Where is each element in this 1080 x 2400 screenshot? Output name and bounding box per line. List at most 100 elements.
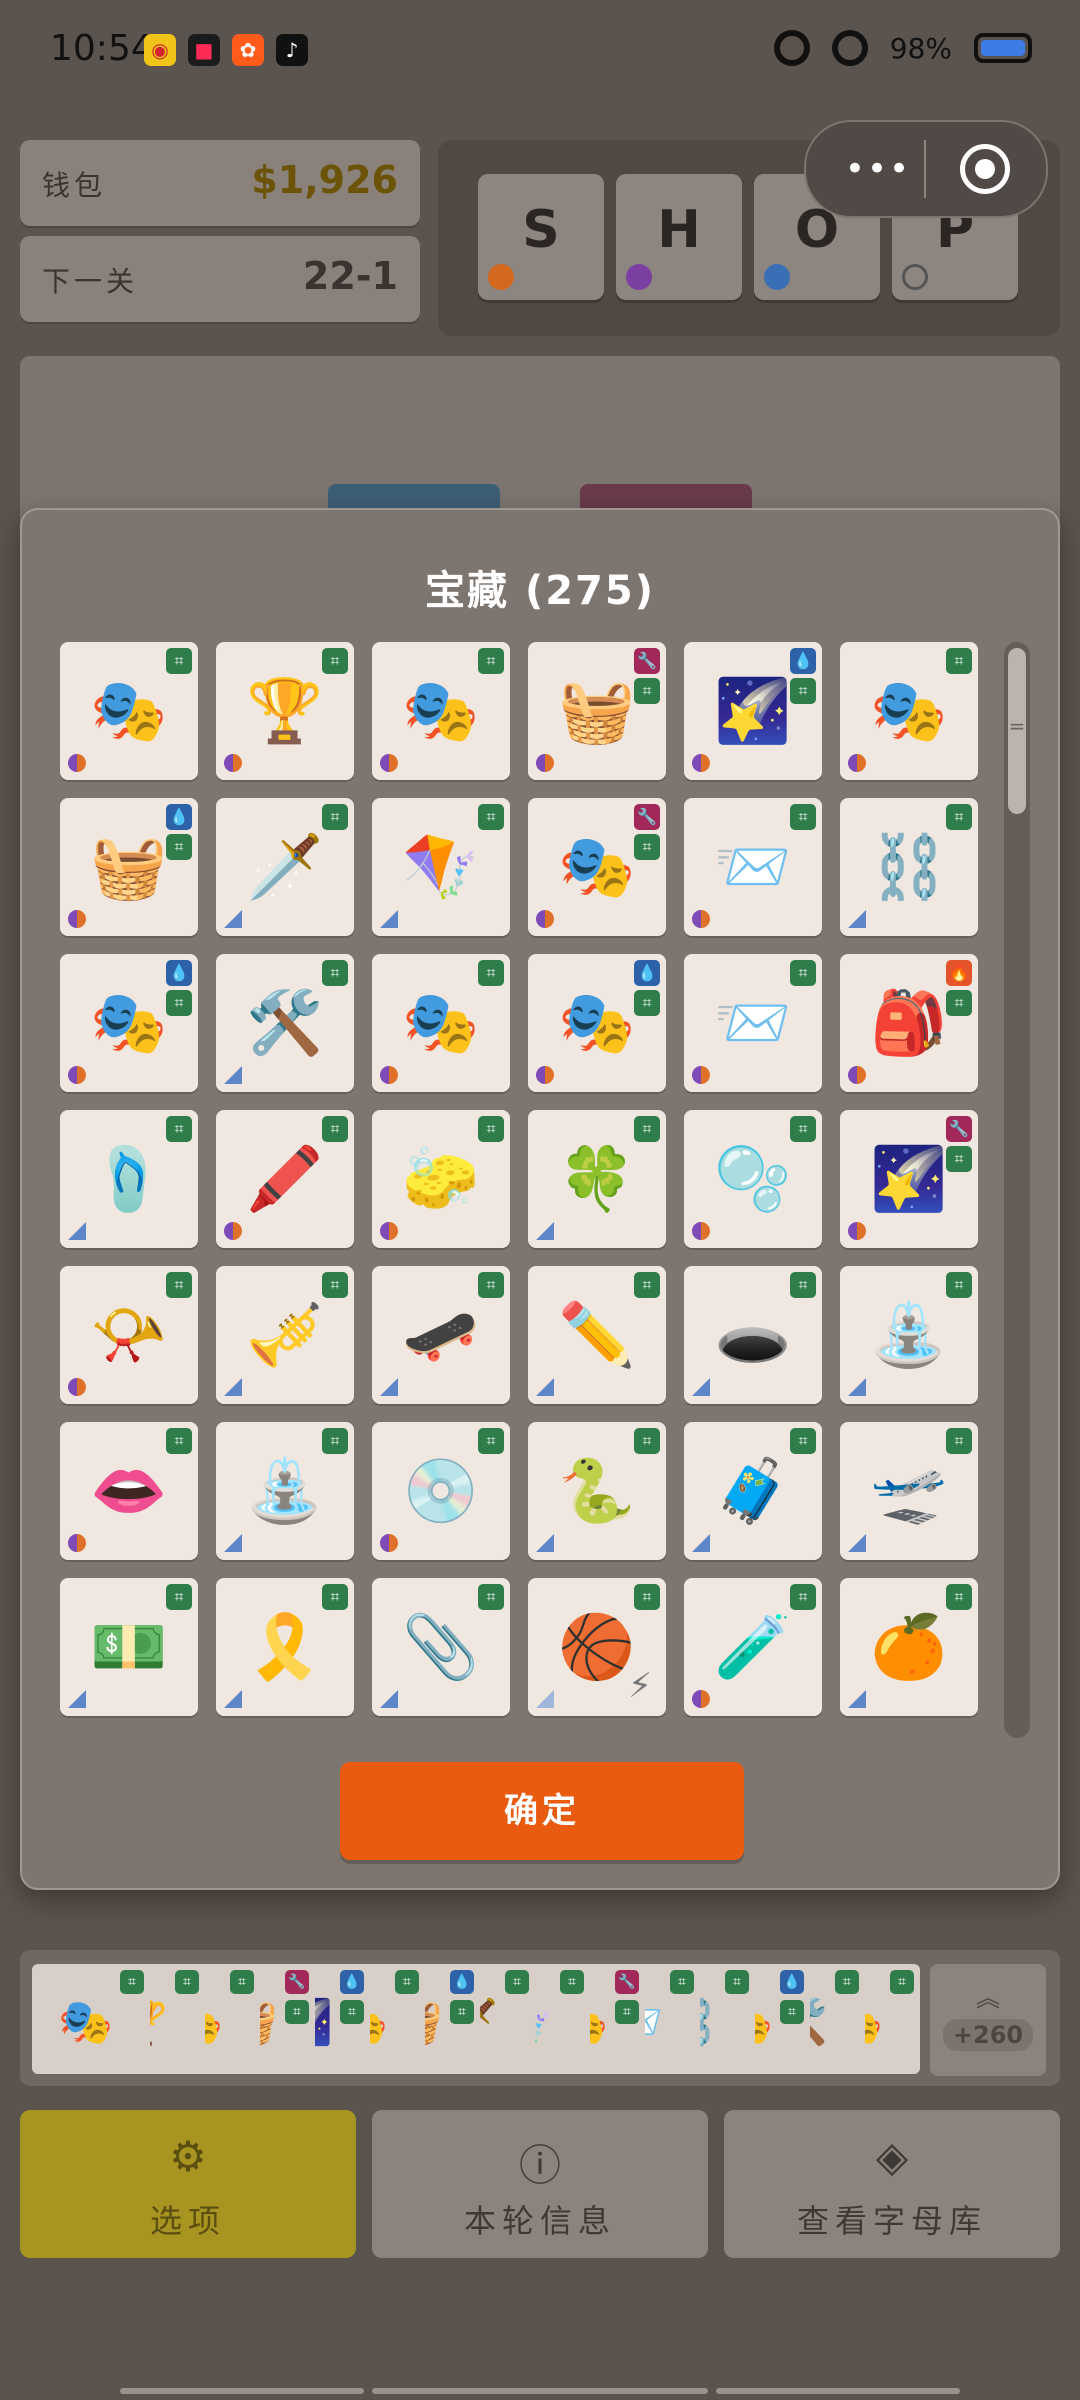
hotspot-icon-2 xyxy=(831,30,868,66)
rarity-corner-icon xyxy=(692,1222,710,1240)
clock: 10:54 xyxy=(50,28,154,69)
treasure-card[interactable]: 🎭 ⌗ xyxy=(372,642,510,780)
badge-icon: ⌗ xyxy=(322,1428,348,1454)
treasure-card[interactable]: 🧽 ⌗ xyxy=(372,1110,510,1248)
more-menu-button[interactable]: ••• xyxy=(838,152,918,186)
treasure-card[interactable]: 📨 ⌗ xyxy=(684,798,822,936)
badge-stack: 💧 ⌗ xyxy=(634,960,660,1016)
treasure-card[interactable]: 🧳 ⌗ xyxy=(684,1422,822,1560)
treasure-card[interactable]: 🪁 ⌗ xyxy=(372,798,510,936)
badge-stack: ⌗ xyxy=(946,804,972,830)
treasure-card[interactable]: ⛲ ⌗ xyxy=(216,1422,354,1560)
badge-icon: 🔧 xyxy=(285,1970,309,1994)
badge-icon: 💧 xyxy=(634,960,660,986)
badge-stack: ⌗ xyxy=(634,1272,660,1298)
treasure-card[interactable]: 🎗️ ⌗ xyxy=(216,1578,354,1716)
treasure-card[interactable]: 🖍️ ⌗ xyxy=(216,1110,354,1248)
treasure-card[interactable]: 🎒 🔥 ⌗ xyxy=(840,954,978,1092)
treasure-card[interactable]: 🎭 ⌗ xyxy=(60,642,198,780)
treasure-card[interactable]: 🎭 ⌗ xyxy=(840,642,978,780)
badge-stack: ⌗ xyxy=(790,804,816,830)
treasure-emoji: 🗡️ xyxy=(246,830,324,903)
treasure-card[interactable]: ⛲ ⌗ xyxy=(840,1266,978,1404)
kuaishou-icon: ✿ xyxy=(232,34,264,66)
treasure-card[interactable]: ⛓️ ⌗ xyxy=(840,798,978,936)
badge-icon: 🔧 xyxy=(946,1116,972,1142)
treasure-card[interactable]: 🛠️ ⌗ xyxy=(216,954,354,1092)
treasure-card[interactable]: 🏀 ⌗ ⚡ xyxy=(528,1578,666,1716)
treasure-card[interactable]: 🐍 ⌗ xyxy=(528,1422,666,1560)
treasure-card[interactable]: 📎 ⌗ xyxy=(372,1578,510,1716)
collection-strip[interactable]: ︽ +260 🎭⌗🏆⌗🎭⌗🧺🔧⌗🌠💧⌗🎭⌗🧺💧⌗🗡️⌗🪁⌗🎭🔧⌗📨⌗⛓️⌗🎭💧⌗… xyxy=(20,1950,1060,2086)
treasure-card[interactable]: ✏️ ⌗ xyxy=(528,1266,666,1404)
treasure-card[interactable]: 📯 ⌗ xyxy=(60,1266,198,1404)
treasure-card[interactable]: 💵 ⌗ xyxy=(60,1578,198,1716)
treasure-card[interactable]: 🍀 ⌗ xyxy=(528,1110,666,1248)
treasure-emoji: 💵 xyxy=(90,1610,168,1683)
confirm-button[interactable]: 确定 xyxy=(340,1762,744,1860)
badge-icon: 🔧 xyxy=(634,804,660,830)
treasure-card[interactable]: 🗡️ ⌗ xyxy=(216,798,354,936)
badge-stack: ⌗ xyxy=(946,648,972,674)
treasure-card[interactable]: 🎭 💧 ⌗ xyxy=(528,954,666,1092)
treasure-card[interactable]: 🏆 ⌗ xyxy=(216,642,354,780)
badge-icon: ⌗ xyxy=(634,1116,660,1142)
badge-stack: ⌗ xyxy=(790,1584,816,1610)
rarity-corner-icon xyxy=(536,1690,554,1708)
badge-stack: ⌗ xyxy=(478,1272,504,1298)
shop-letter-s[interactable]: S xyxy=(478,174,604,300)
rarity-corner-icon xyxy=(68,1690,86,1708)
badge-icon: ⌗ xyxy=(946,804,972,830)
treasure-card[interactable]: 🎭 💧 ⌗ xyxy=(60,954,198,1092)
treasure-card[interactable]: 🌠 🔧 ⌗ xyxy=(840,1110,978,1248)
treasure-card[interactable]: 🎭 🔧 ⌗ xyxy=(528,798,666,936)
badge-icon: ⌗ xyxy=(166,1584,192,1610)
treasure-card[interactable]: 🧺 🔧 ⌗ xyxy=(528,642,666,780)
expand-collection-button[interactable]: ︽ +260 xyxy=(930,1964,1046,2076)
treasure-card[interactable]: 🌠 💧 ⌗ xyxy=(684,642,822,780)
treasure-card[interactable]: 🎺 ⌗ xyxy=(216,1266,354,1404)
treasure-card[interactable]: 🩴 ⌗ xyxy=(60,1110,198,1248)
badge-icon: ⌗ xyxy=(166,648,192,674)
rarity-corner-icon xyxy=(692,1690,710,1708)
treasure-grid-viewport[interactable]: 🎭 ⌗ 🏆 ⌗ 🎭 ⌗ 🧺 🔧 ⌗ 🌠 💧 ⌗ 🎭 ⌗ 🧺 💧 ⌗ 🗡️ ⌗ 🪁 ⌗ 🎭 🔧 ⌗ 📨 ⌗ ⛓️ ⌗ 🎭 💧 ⌗ 🛠️ ⌗ 🎭 ⌗ 🎭 💧… xyxy=(60,642,1000,1742)
badge-icon: ⌗ xyxy=(946,1428,972,1454)
options-label: 选项 xyxy=(149,2202,226,2240)
letter-library-button[interactable]: ◈ 查看字母库 xyxy=(724,2110,1060,2258)
treasure-card[interactable]: 📨 ⌗ xyxy=(684,954,822,1092)
badge-icon: ⌗ xyxy=(790,804,816,830)
scrollbar-thumb[interactable] xyxy=(1008,648,1026,814)
rarity-corner-icon xyxy=(848,1066,866,1084)
treasure-emoji: 🎭 xyxy=(402,674,480,747)
shop-letter-h[interactable]: H xyxy=(616,174,742,300)
treasure-card[interactable]: 🛹 ⌗ xyxy=(372,1266,510,1404)
treasure-card[interactable]: 🍊 ⌗ xyxy=(840,1578,978,1716)
rarity-corner-icon xyxy=(536,1222,554,1240)
treasure-card[interactable]: 🛫 ⌗ xyxy=(840,1422,978,1560)
round-info-label: 本轮信息 xyxy=(463,2202,616,2240)
lightning-icon: ⚡ xyxy=(628,1666,652,1706)
rarity-corner-icon xyxy=(224,910,242,928)
home-indicator xyxy=(372,2388,708,2394)
options-button[interactable]: ⚙ 选项 xyxy=(20,2110,356,2258)
rarity-corner-icon xyxy=(536,910,554,928)
round-info-button[interactable]: ⓘ 本轮信息 xyxy=(372,2110,708,2258)
badge-icon: ⌗ xyxy=(634,1584,660,1610)
treasure-card[interactable]: 🧪 ⌗ xyxy=(684,1578,822,1716)
treasure-card[interactable]: 💿 ⌗ xyxy=(372,1422,510,1560)
close-miniprogram-button[interactable] xyxy=(960,144,1010,194)
treasure-emoji: 🎭 xyxy=(870,674,948,747)
treasure-card[interactable]: 🎭 ⌗ xyxy=(372,954,510,1092)
rarity-corner-icon xyxy=(848,1534,866,1552)
badge-stack: ⌗ xyxy=(322,1272,348,1298)
treasure-card[interactable]: 🫧 ⌗ xyxy=(684,1110,822,1248)
badge-icon: 💧 xyxy=(166,960,192,986)
treasure-card[interactable]: 🧺 💧 ⌗ xyxy=(60,798,198,936)
weibo-icon: ◉ xyxy=(144,34,176,66)
treasure-card[interactable]: 👄 ⌗ xyxy=(60,1422,198,1560)
hotspot-icon xyxy=(773,30,810,66)
treasure-card[interactable]: 🕳️ ⌗ xyxy=(684,1266,822,1404)
badge-icon: ⌗ xyxy=(230,1970,254,1994)
rarity-corner-icon xyxy=(224,1066,242,1084)
badge-stack: 🔧 ⌗ xyxy=(634,648,660,704)
